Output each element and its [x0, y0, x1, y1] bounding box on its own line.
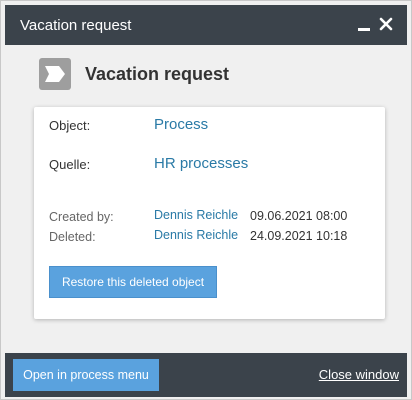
- process-chevron-icon: [39, 58, 71, 90]
- close-window-link[interactable]: Close window: [319, 367, 399, 382]
- window-title: Vacation request: [20, 17, 132, 34]
- close-icon[interactable]: [377, 15, 395, 33]
- details-card: Object: Process Quelle: HR processes Cre…: [34, 107, 385, 319]
- deleted-date: 24.09.2021 10:18: [250, 229, 348, 243]
- object-link[interactable]: Process: [154, 116, 208, 133]
- created-user-link[interactable]: Dennis Reichle: [154, 208, 238, 222]
- open-in-process-menu-button[interactable]: Open in process menu: [13, 359, 159, 391]
- object-label: Object:: [49, 118, 91, 133]
- created-date: 09.06.2021 08:00: [250, 209, 348, 223]
- created-label: Created by:: [49, 210, 114, 224]
- dialog-window: Vacation request Vacation request Object…: [0, 0, 412, 400]
- minimize-icon[interactable]: [355, 15, 373, 33]
- deleted-user-link[interactable]: Dennis Reichle: [154, 228, 238, 242]
- source-label: Quelle:: [49, 157, 91, 172]
- footer-bar: Open in process menu Close window: [5, 353, 407, 397]
- restore-button[interactable]: Restore this deleted object: [49, 266, 217, 298]
- source-link[interactable]: HR processes: [154, 155, 248, 172]
- deleted-label: Deleted:: [49, 230, 96, 244]
- title-bar[interactable]: Vacation request: [5, 5, 407, 45]
- page-title: Vacation request: [85, 64, 230, 84]
